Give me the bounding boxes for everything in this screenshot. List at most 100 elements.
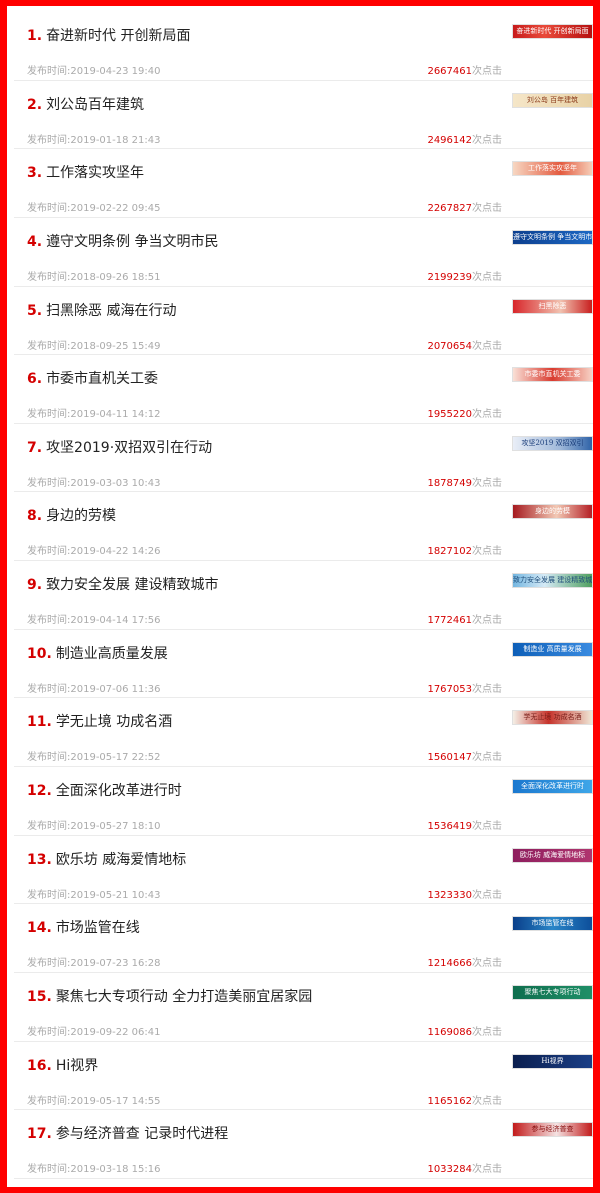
banner-thumbnail[interactable]: 学无止境 功成名酒 <box>512 710 593 726</box>
banner-text: 学无止境 功成名酒 <box>523 713 582 722</box>
banner-thumbnail[interactable]: 身边的劳模 <box>512 504 593 520</box>
time-prefix: 发布时间: <box>27 340 71 352</box>
item-title-text[interactable]: 市场监管在线 <box>56 920 140 936</box>
time-value: 2019-01-18 21:43 <box>70 134 161 146</box>
time-prefix: 发布时间: <box>27 203 71 215</box>
item-rank: 17. <box>27 1126 52 1143</box>
time-value: 2019-03-03 10:43 <box>70 477 161 489</box>
item-title-text[interactable]: 参与经济普查 记录时代进程 <box>56 1126 228 1142</box>
click-suffix: 次点击 <box>472 340 502 352</box>
item-title[interactable]: 15. 聚焦七大专项行动 全力打造美丽宜居家园 <box>27 986 312 1006</box>
list-item[interactable]: 12. 全面深化改革进行时 全面深化改革进行时 发布时间:2019-05-27 1… <box>14 767 593 836</box>
banner-thumbnail[interactable]: 扫黑除恶 <box>512 298 593 314</box>
item-title[interactable]: 13. 欧乐坊 威海爱情地标 <box>27 849 186 869</box>
list-item[interactable]: 17. 参与经济普查 记录时代进程 参与经济普查 发布时间:2019-03-18 … <box>14 1110 593 1179</box>
list-item[interactable]: 1. 奋进新时代 开创新局面 奋进新时代 开创新局面 发布时间:2019-04-2… <box>14 12 593 81</box>
banner-thumbnail[interactable]: 市场监管在线 <box>512 916 593 932</box>
list-item[interactable]: 7. 攻坚2019·双招双引在行动 攻坚2019 双招双引 发布时间:2019-0… <box>14 424 593 493</box>
banner-thumbnail[interactable]: 欧乐坊 威海爱情地标 <box>512 847 593 863</box>
item-title[interactable]: 4. 遵守文明条例 争当文明市民 <box>27 231 219 251</box>
item-title[interactable]: 1. 奋进新时代 开创新局面 <box>27 25 191 45</box>
click-count: 2496142次点击 <box>427 131 502 146</box>
item-title[interactable]: 2. 刘公岛百年建筑 <box>27 94 144 114</box>
banner-thumbnail[interactable]: 奋进新时代 开创新局面 <box>512 24 593 39</box>
item-title-text[interactable]: 全面深化改革进行时 <box>56 783 182 799</box>
item-title[interactable]: 5. 扫黑除恶 威海在行动 <box>27 300 177 320</box>
banner-text: 参与经济普查 <box>531 1125 574 1134</box>
click-count: 1214666次点击 <box>427 954 502 969</box>
item-title[interactable]: 12. 全面深化改革进行时 <box>27 780 182 800</box>
item-title-text[interactable]: 市委市直机关工委 <box>46 371 158 387</box>
item-title-text[interactable]: Hi视界 <box>56 1058 98 1074</box>
list-item[interactable]: 16. Hi视界 Hi视界 发布时间:2019-05-17 14:55 11651… <box>14 1042 593 1111</box>
banner-thumbnail[interactable]: 全面深化改革进行时 <box>512 779 593 795</box>
list-item[interactable]: 8. 身边的劳模 身边的劳模 发布时间:2019-04-22 14:26 1827… <box>14 492 593 562</box>
item-title-text[interactable]: 刘公岛百年建筑 <box>46 97 144 113</box>
banner-thumbnail[interactable]: 制造业 高质量发展 <box>512 641 593 657</box>
item-title-text[interactable]: 聚焦七大专项行动 全力打造美丽宜居家园 <box>56 989 312 1005</box>
list-item[interactable]: 2. 刘公岛百年建筑 刘公岛 百年建筑 发布时间:2019-01-18 21:43… <box>14 81 593 150</box>
list-item[interactable]: 4. 遵守文明条例 争当文明市民 遵守文明条例 争当文明市民 发布时间:2018-… <box>14 218 593 287</box>
item-title[interactable]: 17. 参与经济普查 记录时代进程 <box>27 1123 228 1143</box>
click-suffix: 次点击 <box>472 134 502 146</box>
item-title[interactable]: 10. 制造业高质量发展 <box>27 643 168 663</box>
banner-thumbnail[interactable]: 聚焦七大专项行动 <box>512 984 593 1000</box>
item-title-text[interactable]: 攻坚2019·双招双引在行动 <box>46 440 212 456</box>
item-title-text[interactable]: 身边的劳模 <box>46 508 116 524</box>
list-item[interactable]: 6. 市委市直机关工委 市委市直机关工委 发布时间:2019-04-11 14:1… <box>14 355 593 424</box>
banner-thumbnail[interactable]: 致力安全发展 建设精致城市 <box>512 573 593 589</box>
item-title[interactable]: 7. 攻坚2019·双招双引在行动 <box>27 437 212 457</box>
banner-thumbnail[interactable]: 遵守文明条例 争当文明市民 <box>512 229 593 245</box>
list-item[interactable]: 15. 聚焦七大专项行动 全力打造美丽宜居家园 聚焦七大专项行动 发布时间:201… <box>14 973 593 1042</box>
banner-text: 致力安全发展 建设精致城市 <box>513 576 593 585</box>
banner-thumbnail[interactable]: Hi视界 <box>512 1053 593 1069</box>
item-title-text[interactable]: 致力安全发展 建设精致城市 <box>46 577 218 593</box>
item-title-text[interactable]: 扫黑除恶 威海在行动 <box>46 303 176 319</box>
click-suffix: 次点击 <box>472 409 502 421</box>
banner-text: 工作落实攻坚年 <box>528 164 577 173</box>
item-title[interactable]: 16. Hi视界 <box>27 1055 98 1075</box>
banner-text: Hi视界 <box>541 1056 564 1065</box>
list-item[interactable]: 10. 制造业高质量发展 制造业 高质量发展 发布时间:2019-07-06 11… <box>14 630 593 699</box>
item-title-text[interactable]: 欧乐坊 威海爱情地标 <box>56 852 186 868</box>
click-suffix: 次点击 <box>472 1026 502 1038</box>
banner-thumbnail[interactable]: 工作落实攻坚年 <box>512 161 593 177</box>
item-title-text[interactable]: 遵守文明条例 争当文明市民 <box>46 234 218 250</box>
list-item[interactable]: 5. 扫黑除恶 威海在行动 扫黑除恶 发布时间:2018-09-25 15:49 … <box>14 287 593 356</box>
list-item[interactable]: 13. 欧乐坊 威海爱情地标 欧乐坊 威海爱情地标 发布时间:2019-05-21… <box>14 836 593 905</box>
click-count: 2199239次点击 <box>427 268 502 283</box>
time-value: 2019-05-21 10:43 <box>70 889 161 901</box>
banner-thumbnail[interactable]: 攻坚2019 双招双引 <box>512 435 593 451</box>
item-rank: 14. <box>27 920 52 937</box>
click-number: 2199239 <box>427 271 472 283</box>
banner-thumbnail[interactable]: 市委市直机关工委 <box>512 367 593 383</box>
click-number: 2070654 <box>427 340 472 352</box>
click-suffix: 次点击 <box>472 203 502 215</box>
banner-text: 聚焦七大专项行动 <box>524 987 581 996</box>
banner-thumbnail[interactable]: 刘公岛 百年建筑 <box>512 92 593 108</box>
click-count: 2267827次点击 <box>427 199 502 214</box>
item-title[interactable]: 14. 市场监管在线 <box>27 917 140 937</box>
item-rank: 2. <box>27 96 43 113</box>
time-value: 2018-09-25 15:49 <box>70 340 161 352</box>
item-title-text[interactable]: 制造业高质量发展 <box>56 646 168 662</box>
list-item[interactable]: 3. 工作落实攻坚年 工作落实攻坚年 发布时间:2019-02-22 09:45 … <box>14 149 593 218</box>
publish-time: 发布时间:2019-04-14 17:56 <box>27 611 161 626</box>
item-title[interactable]: 9. 致力安全发展 建设精致城市 <box>27 574 219 594</box>
banner-text: 制造业 高质量发展 <box>523 644 582 653</box>
list-item[interactable]: 11. 学无止境 功成名酒 学无止境 功成名酒 发布时间:2019-05-17 2… <box>14 698 593 768</box>
time-prefix: 发布时间: <box>27 683 71 695</box>
item-title-text[interactable]: 奋进新时代 开创新局面 <box>46 28 190 44</box>
item-title-text[interactable]: 学无止境 功成名酒 <box>56 714 172 730</box>
item-title[interactable]: 6. 市委市直机关工委 <box>27 368 158 388</box>
item-title[interactable]: 3. 工作落实攻坚年 <box>27 162 144 182</box>
list-item[interactable]: 14. 市场监管在线 市场监管在线 发布时间:2019-07-23 16:28 1… <box>14 904 593 973</box>
list-item[interactable]: 9. 致力安全发展 建设精致城市 致力安全发展 建设精致城市 发布时间:2019-… <box>14 561 593 630</box>
item-title-text[interactable]: 工作落实攻坚年 <box>46 165 144 181</box>
click-count: 2667461次点击 <box>427 62 502 77</box>
item-title[interactable]: 8. 身边的劳模 <box>27 505 116 525</box>
publish-time: 发布时间:2019-05-27 18:10 <box>27 817 161 832</box>
click-number: 1033284 <box>427 1164 472 1176</box>
item-title[interactable]: 11. 学无止境 功成名酒 <box>27 711 172 731</box>
banner-thumbnail[interactable]: 参与经济普查 <box>512 1122 593 1138</box>
